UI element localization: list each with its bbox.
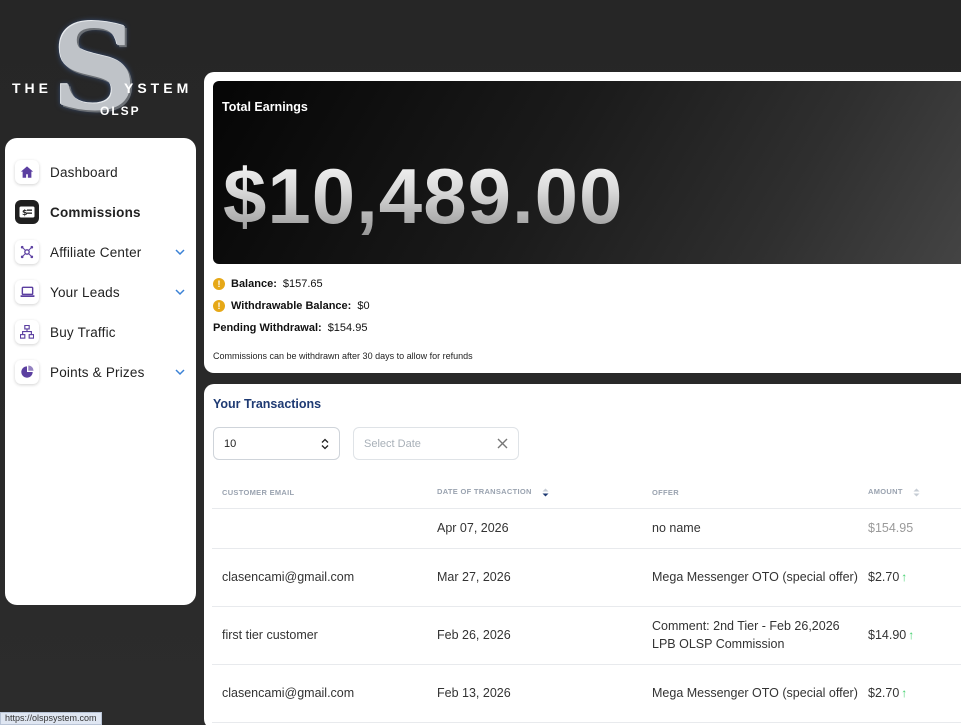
balance-row: ! Balance: $157.65: [213, 278, 323, 290]
money-icon: $: [15, 200, 39, 224]
arrow-up-icon: ↑: [901, 570, 908, 584]
earnings-card: Total Earnings $10,489.00 ! Balance: $15…: [204, 72, 961, 373]
chevron-down-icon[interactable]: [174, 366, 186, 378]
cell-amount: $14.90 ↑: [858, 606, 961, 665]
cell-offer: Comment: 2nd Tier - Feb 26,2026 LPB OLSP…: [642, 606, 858, 665]
column-header-offer[interactable]: OFFER: [642, 477, 858, 509]
logo-text-left: THE: [12, 80, 52, 96]
column-header-date[interactable]: DATE OF TRANSACTION: [427, 477, 642, 509]
logo-text-right: YSTEM: [124, 80, 193, 96]
cell-email: first tier customer: [212, 606, 427, 665]
cell-amount: $2.70 ↑: [858, 664, 961, 723]
pending-withdrawal-row: Pending Withdrawal: $154.95: [213, 322, 367, 334]
cell-offer: Mega Messenger OTO (special offer): [642, 664, 858, 723]
network-icon: [15, 240, 39, 264]
chevron-down-icon[interactable]: [174, 246, 186, 258]
pending-withdrawal-value: $154.95: [327, 322, 368, 334]
sidebar-item-label: Buy Traffic: [50, 324, 116, 340]
info-warning-icon[interactable]: !: [213, 278, 225, 290]
pie-icon: [15, 360, 39, 384]
transactions-card: Your Transactions 10 CUSTOMER EMAIL DATE…: [204, 384, 961, 725]
home-icon: [15, 160, 39, 184]
withdrawable-balance-row: ! Withdrawable Balance: $0: [213, 300, 370, 312]
balance-value: $157.65: [282, 278, 323, 290]
transactions-title: Your Transactions: [213, 397, 322, 411]
pending-withdrawal-label: Pending Withdrawal:: [213, 322, 322, 334]
brand-logo[interactable]: S THE YSTEM OLSP: [0, 9, 200, 128]
clear-icon[interactable]: [497, 438, 508, 449]
earnings-title: Total Earnings: [222, 100, 308, 114]
sidebar-item-commissions[interactable]: $ Commissions: [5, 192, 196, 232]
sidebar-item-label: Commissions: [50, 204, 141, 220]
select-arrows-icon: [321, 438, 329, 449]
page-size-value: 10: [224, 437, 237, 450]
chevron-down-icon[interactable]: [174, 286, 186, 298]
cell-offer: no name: [642, 508, 858, 549]
column-header-email[interactable]: CUSTOMER EMAIL: [212, 477, 427, 509]
cell-email: [212, 508, 427, 549]
sidebar-item-points-prizes[interactable]: Points & Prizes: [5, 352, 196, 392]
sidebar-item-your-leads[interactable]: Your Leads: [5, 272, 196, 312]
table-row: clasencami@gmail.com Feb 13, 2026 Mega M…: [212, 664, 961, 723]
earnings-banner: Total Earnings $10,489.00: [213, 81, 961, 264]
cell-date: Feb 13, 2026: [427, 664, 642, 723]
cell-amount: $154.95: [858, 508, 961, 549]
withdrawable-balance-label: Withdrawable Balance:: [231, 300, 352, 312]
sort-icon[interactable]: [913, 488, 920, 497]
sidebar-item-label: Dashboard: [50, 164, 118, 180]
arrow-up-icon: ↑: [908, 628, 915, 642]
status-bar-url: https://olspsystem.com: [0, 712, 102, 725]
sidebar-item-dashboard[interactable]: Dashboard: [5, 152, 196, 192]
page-size-select[interactable]: 10: [213, 427, 340, 460]
cell-email: clasencami@gmail.com: [212, 548, 427, 607]
sitemap-icon: [15, 320, 39, 344]
sidebar-item-buy-traffic[interactable]: Buy Traffic: [5, 312, 196, 352]
column-header-amount[interactable]: AMOUNT: [858, 477, 961, 509]
logo-text-sub: OLSP: [100, 104, 141, 118]
table-row: clasencami@gmail.com Mar 27, 2026 Mega M…: [212, 548, 961, 607]
cell-offer: Mega Messenger OTO (special offer): [642, 548, 858, 607]
sidebar-item-label: Points & Prizes: [50, 364, 145, 380]
transactions-table: CUSTOMER EMAIL DATE OF TRANSACTION OFFER…: [212, 477, 961, 723]
sidebar-item-label: Affiliate Center: [50, 244, 142, 260]
withdrawal-note: Commissions can be withdrawn after 30 da…: [213, 351, 473, 361]
sidebar-item-label: Your Leads: [50, 284, 120, 300]
date-filter-input[interactable]: [364, 437, 484, 450]
withdrawable-balance-value: $0: [357, 300, 370, 312]
total-earnings-amount: $10,489.00: [223, 152, 624, 240]
cell-date: Apr 07, 2026: [427, 508, 642, 549]
laptop-icon: [15, 280, 39, 304]
sidebar: Dashboard $ Commissions Affiliate Center…: [5, 138, 196, 605]
info-warning-icon[interactable]: !: [213, 300, 225, 312]
date-filter[interactable]: [353, 427, 519, 460]
table-row: Apr 07, 2026 no name $154.95: [212, 508, 961, 549]
cell-email: clasencami@gmail.com: [212, 664, 427, 723]
cell-date: Feb 26, 2026: [427, 606, 642, 665]
cell-amount: $2.70 ↑: [858, 548, 961, 607]
arrow-up-icon: ↑: [901, 686, 908, 700]
balance-label: Balance:: [231, 278, 277, 290]
cell-date: Mar 27, 2026: [427, 548, 642, 607]
sort-desc-icon[interactable]: [542, 488, 549, 497]
sidebar-item-affiliate-center[interactable]: Affiliate Center: [5, 232, 196, 272]
table-row: first tier customer Feb 26, 2026 Comment…: [212, 606, 961, 665]
